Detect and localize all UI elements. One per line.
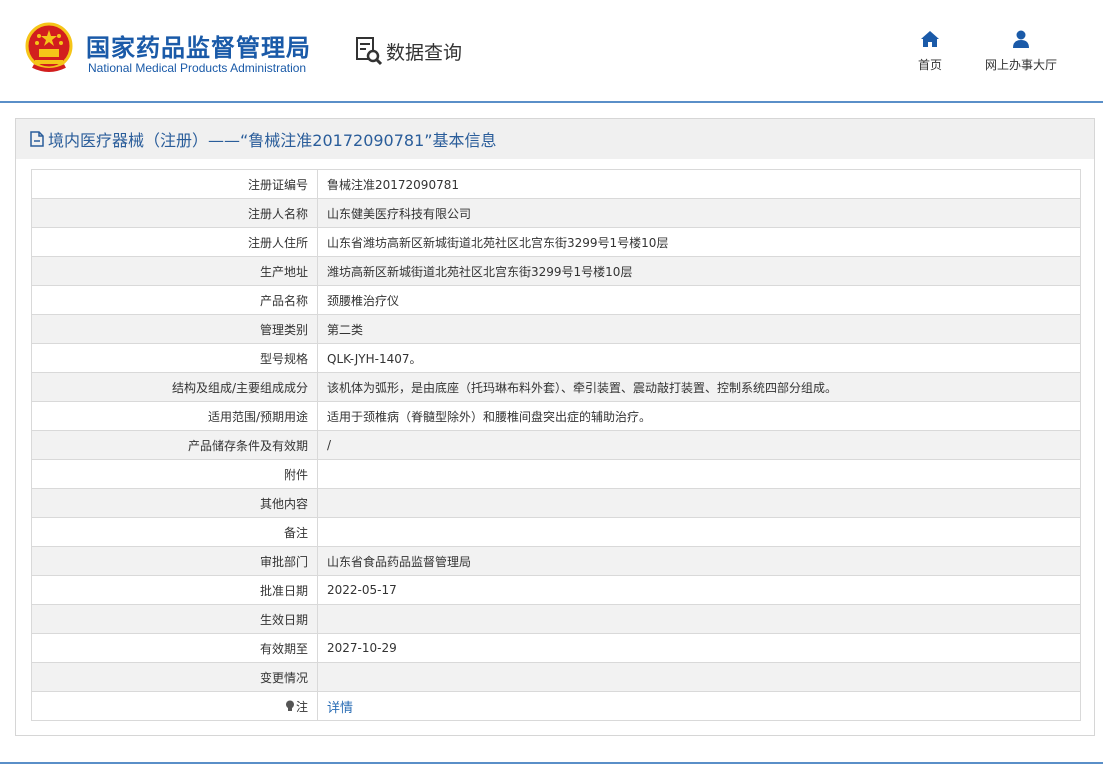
details-link[interactable]: 详情 xyxy=(327,701,353,716)
table-row: 有效期至 2027-10-29 xyxy=(31,633,1081,663)
agency-name-cn: 国家药品监督管理局 xyxy=(86,34,311,62)
field-value: 2022-05-17 xyxy=(317,575,1081,605)
field-label: 生效日期 xyxy=(31,604,318,634)
table-row: 型号规格 QLK-JYH-1407。 xyxy=(31,343,1081,373)
table-row: 批准日期 2022-05-17 xyxy=(31,575,1081,605)
field-label: 附件 xyxy=(31,459,318,489)
field-label: 产品储存条件及有效期 xyxy=(31,430,318,460)
document-icon xyxy=(30,131,44,147)
field-label: 型号规格 xyxy=(31,343,318,373)
field-value: 适用于颈椎病（脊髓型除外）和腰椎间盘突出症的辅助治疗。 xyxy=(317,401,1081,431)
field-label: 注册人住所 xyxy=(31,227,318,257)
nav-online-service-hall-label: 网上办事大厅 xyxy=(984,58,1057,72)
agency-name-en: National Medical Products Administration xyxy=(88,61,307,75)
lightbulb-icon xyxy=(285,700,296,714)
table-row: 备注 xyxy=(31,517,1081,547)
table-row: 其他内容 xyxy=(31,488,1081,518)
field-value: 山东省潍坊高新区新城街道北苑社区北宫东街3299号1号楼10层 xyxy=(317,227,1081,257)
header-divider xyxy=(0,101,1103,103)
table-row: 注册人名称 山东健美医疗科技有限公司 xyxy=(31,198,1081,228)
field-value xyxy=(317,488,1081,518)
field-label: 其他内容 xyxy=(31,488,318,518)
field-label: 有效期至 xyxy=(31,633,318,663)
field-label: 结构及组成/主要组成成分 xyxy=(31,372,318,402)
field-label: 变更情况 xyxy=(31,662,318,692)
field-value: 山东省食品药品监督管理局 xyxy=(317,546,1081,576)
field-value: 该机体为弧形，是由底座（托玛琳布料外套）、牵引装置、震动敲打装置、控制系统四部分… xyxy=(317,372,1081,402)
home-icon xyxy=(921,31,939,47)
section-title-text: 数据查询 xyxy=(386,41,463,64)
field-label: 备注 xyxy=(31,517,318,547)
field-value: 山东健美医疗科技有限公司 xyxy=(317,198,1081,228)
section-title: 数据查询 xyxy=(355,36,462,66)
table-row: 产品名称 颈腰椎治疗仪 xyxy=(31,285,1081,315)
field-value xyxy=(317,459,1081,489)
field-label: 适用范围/预期用途 xyxy=(31,401,318,431)
info-panel: 境内医疗器械（注册）——“鲁械注准20172090781”基本信息 注册证编号鲁… xyxy=(15,118,1095,736)
panel-header: 境内医疗器械（注册）——“鲁械注准20172090781”基本信息 xyxy=(16,119,1094,159)
table-row: 变更情况 xyxy=(31,662,1081,692)
field-value: 2027-10-29 xyxy=(317,633,1081,663)
table-row: 审批部门 山东省食品药品监督管理局 xyxy=(31,546,1081,576)
field-value xyxy=(317,662,1081,692)
table-row: 注册人住所 山东省潍坊高新区新城街道北苑社区北宫东街3299号1号楼10层 xyxy=(31,227,1081,257)
field-value-note: 详情 xyxy=(317,691,1081,721)
user-icon xyxy=(1013,30,1029,48)
table-row: 结构及组成/主要组成成分 该机体为弧形，是由底座（托玛琳布料外套）、牵引装置、震动… xyxy=(31,372,1081,402)
nav-online-service-hall[interactable]: 网上办事大厅 xyxy=(978,30,1064,73)
table-row: 适用范围/预期用途 适用于颈椎病（脊髓型除外）和腰椎间盘突出症的辅助治疗。 xyxy=(31,401,1081,431)
field-value: / xyxy=(317,430,1081,460)
field-value xyxy=(317,517,1081,547)
nav-home[interactable]: 首页 xyxy=(912,30,948,73)
field-value: 颈腰椎治疗仪 xyxy=(317,285,1081,315)
note-label: 注 xyxy=(295,699,308,714)
field-value: 潍坊高新区新城街道北苑社区北宫东街3299号1号楼10层 xyxy=(317,256,1081,286)
table-row: 产品储存条件及有效期 / xyxy=(31,430,1081,460)
table-row-note: 注 详情 xyxy=(31,691,1081,721)
table-row: 管理类别 第二类 xyxy=(31,314,1081,344)
field-label: 注册证编号 xyxy=(31,169,318,199)
data-search-icon xyxy=(356,37,383,66)
table-row: 注册证编号 鲁械注准20172090781 xyxy=(31,169,1081,199)
footer-divider xyxy=(0,762,1103,764)
field-value xyxy=(317,604,1081,634)
registration-info-table: 注册证编号 鲁械注准20172090781 注册人名称 山东健美医疗科技有限公司 注册人… xyxy=(31,169,1081,721)
nav-home-label: 首页 xyxy=(917,58,942,72)
field-label-note: 注 xyxy=(31,691,318,721)
field-label: 审批部门 xyxy=(31,546,318,576)
field-value: QLK-JYH-1407。 xyxy=(317,343,1081,373)
national-emblem-icon xyxy=(25,22,73,72)
site-header: 国家药品监督管理局 National Medical Products Admi… xyxy=(0,0,1103,101)
field-value: 鲁械注准20172090781 xyxy=(317,169,1081,199)
field-label: 产品名称 xyxy=(31,285,318,315)
field-value: 第二类 xyxy=(317,314,1081,344)
field-label: 管理类别 xyxy=(31,314,318,344)
table-row: 附件 xyxy=(31,459,1081,489)
field-label: 批准日期 xyxy=(31,575,318,605)
field-label: 生产地址 xyxy=(31,256,318,286)
field-label: 注册人名称 xyxy=(31,198,318,228)
table-row: 生效日期 xyxy=(31,604,1081,634)
panel-title: 境内医疗器械（注册）——“鲁械注准20172090781”基本信息 xyxy=(48,131,497,150)
table-row: 生产地址 潍坊高新区新城街道北苑社区北宫东街3299号1号楼10层 xyxy=(31,256,1081,286)
